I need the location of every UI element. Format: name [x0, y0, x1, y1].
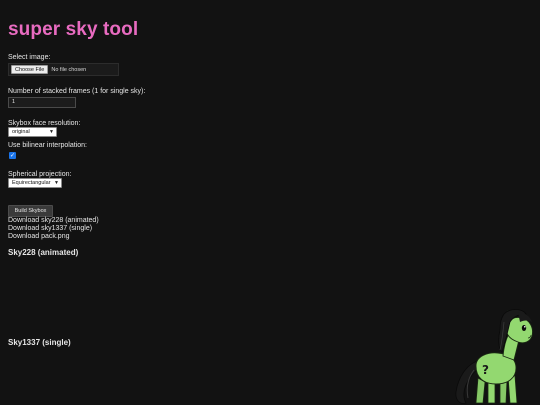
- stacked-frames-input[interactable]: 1: [8, 97, 76, 108]
- face-resolution-value: original: [12, 129, 30, 135]
- stacked-frames-label: Number of stacked frames (1 for single s…: [8, 88, 146, 95]
- bilinear-checkbox[interactable]: ✓: [9, 152, 16, 159]
- check-icon: ✓: [9, 152, 16, 159]
- download-link-pack[interactable]: Download pack.png: [8, 233, 70, 241]
- choose-file-button[interactable]: Choose File: [11, 65, 49, 74]
- single-sky-heading: Sky1337 (single): [8, 338, 71, 347]
- chevron-down-icon: ▼: [49, 129, 54, 135]
- projection-select[interactable]: Equirectangular ▼: [8, 178, 62, 188]
- pony-mascot-icon: ?: [455, 309, 533, 404]
- bilinear-label: Use bilinear interpolation:: [8, 142, 87, 149]
- app-title: super sky tool: [8, 19, 139, 40]
- download-link-animated[interactable]: Download sky228 (animated): [8, 217, 99, 225]
- cutie-mark-icon: ?: [482, 363, 489, 377]
- face-resolution-select[interactable]: original ▼: [8, 127, 57, 137]
- build-skybox-button[interactable]: Build Skybox: [8, 205, 53, 217]
- image-file-input[interactable]: Choose File No file chosen: [8, 63, 119, 76]
- animated-sky-heading: Sky228 (animated): [8, 248, 79, 257]
- download-link-single[interactable]: Download sky1337 (single): [8, 225, 92, 233]
- chevron-down-icon: ▼: [54, 180, 59, 186]
- select-image-label: Select image:: [8, 54, 51, 61]
- file-status-text: No file chosen: [51, 66, 87, 73]
- projection-value: Equirectangular: [12, 180, 51, 186]
